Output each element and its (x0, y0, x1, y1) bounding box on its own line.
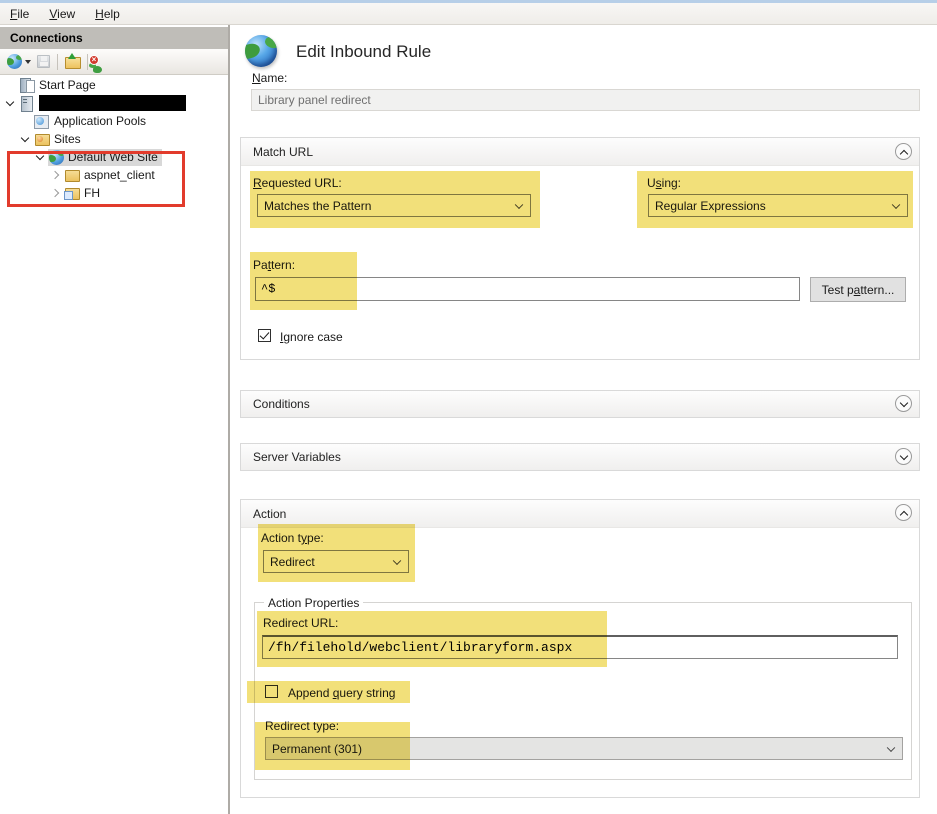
tree-item-default-web-site[interactable]: Default Web Site (0, 148, 228, 166)
menu-file[interactable]: File (0, 3, 39, 25)
tree-item-content[interactable]: FH (63, 185, 104, 202)
rule-name-input[interactable] (251, 89, 920, 111)
action-header: Action (241, 500, 919, 528)
connect-server-button[interactable] (4, 51, 34, 73)
conditions-header: Conditions (241, 391, 919, 417)
requested-url-value: Matches the Pattern (264, 199, 371, 213)
tree-item-content[interactable]: Sites (33, 131, 85, 148)
red-x-badge-icon: × (89, 55, 99, 65)
action-type-select[interactable]: Redirect (263, 550, 409, 573)
disconnect-button[interactable]: × (92, 51, 98, 73)
action-type-label: Action type: (261, 531, 324, 545)
collapse-action-button[interactable] (895, 504, 912, 521)
connections-title: Connections (0, 27, 228, 49)
using-label: Using: (647, 176, 681, 190)
tree-item-label: Application Pools (54, 114, 146, 128)
server-icon (19, 95, 35, 111)
tree-spacer (3, 77, 18, 93)
redacted-server-label (39, 95, 186, 111)
iis-manager-window: File View Help Connections × (0, 0, 937, 814)
toolbar-separator (87, 54, 88, 70)
tree-expanded-chevron-icon[interactable] (3, 95, 18, 111)
tree-item-label: Sites (54, 132, 81, 146)
site-globe-icon (49, 150, 64, 165)
tree-spacer (18, 113, 33, 129)
match-url-title: Match URL (253, 145, 313, 159)
tree-item-start-page[interactable]: Start Page (0, 76, 228, 94)
tree-item-fh[interactable]: FH (0, 184, 228, 202)
app-pools-icon (34, 113, 50, 129)
tree-item-content[interactable]: aspnet_client (63, 167, 159, 184)
action-title: Action (253, 507, 286, 521)
tree-collapsed-chevron-icon[interactable] (48, 167, 63, 183)
append-query-string-checkbox[interactable] (265, 685, 278, 698)
redirect-type-select[interactable]: Permanent (301) (265, 737, 903, 760)
redirect-url-label: Redirect URL: (263, 616, 338, 630)
name-label: Name: (252, 71, 287, 85)
start-page-icon (19, 77, 35, 93)
tree-item-content[interactable]: Start Page (18, 77, 100, 94)
menu-bar: File View Help (0, 3, 937, 25)
inbound-rule-globe-icon (245, 35, 277, 67)
match-url-header: Match URL (241, 138, 919, 166)
connect-globe-icon (7, 54, 22, 69)
tree-item-content[interactable]: Default Web Site (48, 149, 162, 166)
menu-view[interactable]: View (39, 3, 85, 25)
test-pattern-button[interactable]: Test pattern... (810, 277, 906, 302)
folder-up-icon (65, 55, 80, 68)
page-title: Edit Inbound Rule (296, 42, 431, 62)
conditions-title: Conditions (253, 397, 310, 411)
tree-item-content[interactable] (18, 95, 190, 112)
save-connections-button[interactable] (34, 51, 53, 73)
tree-collapsed-chevron-icon[interactable] (48, 185, 63, 201)
redirect-url-input[interactable] (262, 635, 898, 659)
tree-item-content[interactable]: Application Pools (33, 113, 150, 130)
create-package-button[interactable] (62, 51, 83, 73)
pattern-label: Pattern: (253, 258, 295, 272)
tree-item-server[interactable] (0, 94, 228, 112)
server-variables-section: Server Variables (240, 443, 920, 471)
ignore-case-checkbox[interactable] (258, 329, 271, 342)
expand-server-variables-button[interactable] (895, 448, 912, 465)
tree-item-aspnet-client[interactable]: aspnet_client (0, 166, 228, 184)
collapse-match-url-button[interactable] (895, 143, 912, 160)
server-variables-title: Server Variables (253, 450, 341, 464)
folder-icon (64, 167, 80, 183)
append-query-string-label: Append query string (288, 686, 395, 700)
connect-dropdown-arrow-icon (25, 60, 31, 64)
match-url-section: Match URL (240, 137, 920, 360)
panel-splitter[interactable] (228, 25, 230, 814)
tree-item-label: Start Page (39, 78, 96, 92)
requested-url-select[interactable]: Matches the Pattern (257, 194, 531, 217)
tree-expanded-chevron-icon[interactable] (33, 149, 48, 165)
connections-panel: Connections × Start Page Application Pool… (0, 25, 228, 814)
menu-help[interactable]: Help (85, 3, 130, 25)
tree-item-label: aspnet_client (84, 168, 155, 182)
pattern-input[interactable] (255, 277, 800, 301)
save-icon (37, 55, 50, 68)
connections-tree: Start Page Application Pools Sites Default … (0, 76, 228, 814)
ignore-case-label: Ignore case (280, 330, 343, 344)
tree-item-label: FH (84, 186, 100, 200)
action-properties-title: Action Properties (264, 596, 363, 610)
server-variables-header: Server Variables (241, 444, 919, 470)
using-select[interactable]: Regular Expressions (648, 194, 908, 217)
redirect-type-value: Permanent (301) (272, 742, 362, 756)
tree-item-sites[interactable]: Sites (0, 130, 228, 148)
tree-item-application-pools[interactable]: Application Pools (0, 112, 228, 130)
redirect-type-label: Redirect type: (265, 719, 339, 733)
app-folder-icon (64, 185, 80, 201)
using-value: Regular Expressions (655, 199, 766, 213)
expand-conditions-button[interactable] (895, 395, 912, 412)
connections-toolbar: × (0, 49, 228, 75)
sites-icon (34, 131, 50, 147)
tree-expanded-chevron-icon[interactable] (18, 131, 33, 147)
action-type-value: Redirect (270, 555, 315, 569)
toolbar-separator (57, 54, 58, 70)
conditions-section: Conditions (240, 390, 920, 418)
tree-item-label: Default Web Site (68, 150, 158, 164)
requested-url-label: Requested URL: (253, 176, 342, 190)
